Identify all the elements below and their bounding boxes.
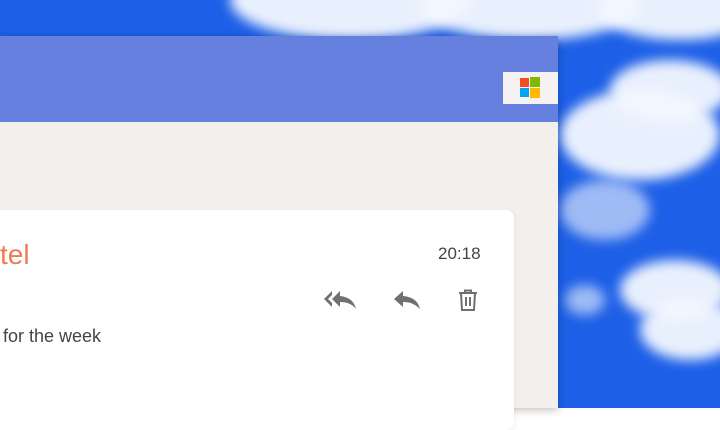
email-subject: for the week: [3, 326, 102, 346]
email-card: [0, 210, 514, 430]
trash-icon[interactable]: [456, 288, 480, 317]
email-sender: tel: [0, 239, 30, 270]
reply-icon[interactable]: [392, 288, 422, 317]
windows-logo-icon: [503, 72, 558, 104]
header-banner: [0, 36, 558, 122]
reply-all-icon[interactable]: [323, 288, 359, 317]
email-time: 20:18: [438, 244, 481, 263]
